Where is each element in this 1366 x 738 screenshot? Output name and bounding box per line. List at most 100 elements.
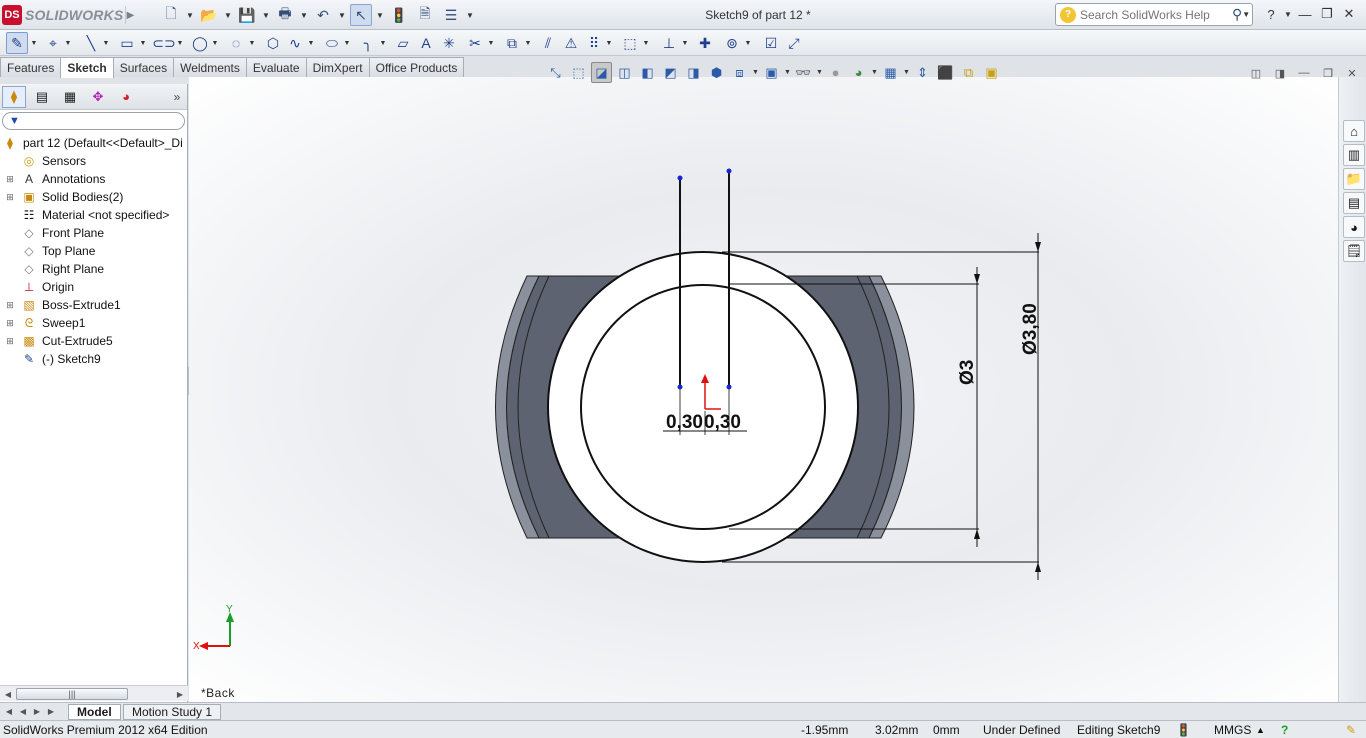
print-dropdown-icon[interactable]: ▼ [300, 4, 308, 26]
ellipse-icon[interactable]: ⬭ [321, 32, 343, 54]
left-view-icon[interactable]: ◫ [614, 62, 635, 83]
expand-icon[interactable]: ⊞ [5, 174, 15, 184]
apply-scene-icon[interactable]: ◕ [848, 62, 869, 83]
slot-dropdown-icon[interactable]: ▼ [176, 32, 184, 54]
move-dropdown-icon[interactable]: ▼ [642, 32, 650, 54]
display-style-icon[interactable]: ▣ [761, 62, 782, 83]
fillet-icon[interactable]: ╮ [357, 32, 379, 54]
sketch-point[interactable] [677, 175, 683, 181]
inner-ring[interactable] [580, 284, 826, 530]
expand-icon[interactable]: ⊞ [5, 192, 15, 202]
rectangle-icon[interactable]: ▭ [116, 32, 138, 54]
unit-system[interactable]: MMGS [1214, 723, 1251, 737]
scroll-right-icon[interactable]: ▶ [174, 687, 186, 701]
undo-icon[interactable]: ↶ [312, 4, 334, 26]
custom-properties-icon[interactable]: 🗒 [1343, 240, 1365, 262]
rapid-sketch-icon[interactable]: ☑ [760, 32, 782, 54]
point-icon[interactable]: ✳ [438, 32, 460, 54]
graphics-area[interactable]: 0,30 0,30 Ø3,80 Ø3 Y X *Back [189, 77, 1338, 702]
tree-item-annotations[interactable]: ⊞ A Annotations [0, 170, 187, 188]
save-icon[interactable]: 💾 [236, 4, 258, 26]
new-icon[interactable]: 🗋 [160, 4, 182, 26]
tree-item-sensors[interactable]: ◎ Sensors [0, 152, 187, 170]
view-palette-icon[interactable]: ▤ [1343, 192, 1365, 214]
tab-features[interactable]: Features [0, 57, 62, 77]
search-dropdown-icon[interactable]: ▼ [1242, 4, 1250, 26]
search-icon[interactable]: ⚲ [1232, 6, 1242, 23]
unit-system-dropdown-icon[interactable]: ▲ [1256, 725, 1265, 735]
view-orientation-icon[interactable]: ⧈ [729, 62, 750, 83]
tab-surfaces[interactable]: Surfaces [112, 57, 175, 77]
rectangle-dropdown-icon[interactable]: ▼ [139, 32, 147, 54]
help-status-icon[interactable]: ? [1281, 723, 1288, 737]
render-tools-icon[interactable]: ⧉ [958, 62, 979, 83]
help-search-input[interactable] [1080, 7, 1230, 22]
ellipse-dropdown-icon[interactable]: ▼ [343, 32, 351, 54]
feature-tree-tab-icon[interactable]: ⧫ [2, 85, 26, 108]
top-view-icon[interactable]: ◩ [660, 62, 681, 83]
print-icon[interactable]: 🖶 [274, 4, 296, 26]
tab-dimxpert[interactable]: DimXpert [305, 57, 370, 77]
spline-icon[interactable]: ∿ [284, 32, 306, 54]
undo-dropdown-icon[interactable]: ▼ [338, 4, 346, 26]
smart-dimension-icon[interactable]: ⌖ [42, 32, 64, 54]
right-view-icon[interactable]: ◧ [637, 62, 658, 83]
solidworks-resources-icon[interactable]: ⌂ [1343, 120, 1365, 142]
previous-view-icon[interactable]: ⬛ [935, 62, 956, 83]
scene-dropdown-icon[interactable]: ▼ [871, 62, 878, 83]
zoom-to-fit-icon[interactable]: ⤡ [545, 62, 566, 83]
line-dropdown-icon[interactable]: ▼ [102, 32, 110, 54]
display-style-dropdown-icon[interactable]: ▼ [784, 62, 791, 83]
display-relations-icon[interactable]: ⊥ [658, 32, 680, 54]
arc-icon[interactable]: ◌ [225, 32, 247, 54]
help-dropdown-icon[interactable]: ▼ [1284, 3, 1292, 25]
spline-dropdown-icon[interactable]: ▼ [307, 32, 315, 54]
prev-tab-icon[interactable]: ◀ [17, 705, 29, 718]
viewport-minimize-icon[interactable]: — [1295, 64, 1313, 82]
sketch-icon[interactable]: ✎ [6, 32, 28, 54]
view-settings-dropdown-icon[interactable]: ▼ [903, 62, 910, 83]
hide-show-items-icon[interactable]: 👓 [793, 62, 814, 83]
options-dropdown-icon[interactable]: ▼ [466, 4, 474, 26]
tree-item-material[interactable]: ☷ Material <not specified> [0, 206, 187, 224]
circle-dropdown-icon[interactable]: ▼ [211, 32, 219, 54]
first-tab-icon[interactable]: ◀ [3, 705, 15, 718]
polygon-icon[interactable]: ⬡ [262, 32, 284, 54]
tree-item-cut-extrude5[interactable]: ⊞ ▩ Cut-Extrude5 [0, 332, 187, 350]
property-manager-tab-icon[interactable]: ▤ [30, 86, 54, 108]
tree-item-top-plane[interactable]: ◇ Top Plane [0, 242, 187, 260]
arc-dropdown-icon[interactable]: ▼ [248, 32, 256, 54]
options-icon[interactable]: ☰ [440, 4, 462, 26]
view-orientation-dropdown-icon[interactable]: ▼ [752, 62, 759, 83]
restore-icon[interactable]: ❐ [1318, 3, 1336, 25]
line-icon[interactable]: ╲ [80, 32, 102, 54]
linear-pattern-icon[interactable]: ⠿ [583, 32, 605, 54]
move-entities-icon[interactable]: ⬚ [619, 32, 641, 54]
view-settings-icon[interactable]: ▦ [880, 62, 901, 83]
last-tab-icon[interactable]: ▶ [45, 705, 57, 718]
model-viewport[interactable]: 0,30 0,30 Ø3,80 Ø3 Y X [189, 77, 1338, 702]
close-icon[interactable]: ✕ [1340, 3, 1358, 25]
convert-entities-icon[interactable]: ⧉ [501, 32, 523, 54]
single-view-icon[interactable]: ◫ [1247, 64, 1265, 82]
select-icon[interactable]: ↖ [350, 4, 372, 26]
snaps-dropdown-icon[interactable]: ▼ [744, 32, 752, 54]
expand-icon[interactable]: ⊞ [5, 336, 15, 346]
open-dropdown-icon[interactable]: ▼ [224, 4, 232, 26]
scroll-left-icon[interactable]: ◀ [2, 687, 14, 701]
front-view-icon[interactable]: ⬚ [568, 62, 589, 83]
section-view-icon[interactable]: ⇕ [912, 62, 933, 83]
dimension-offset-right[interactable]: 0,30 [704, 412, 741, 433]
instant-2d-icon[interactable]: ⤢ [783, 32, 805, 54]
rebuild-status-icon[interactable]: 🚦 [1176, 723, 1191, 737]
tree-root-part[interactable]: ⧫ part 12 (Default<<Default>_Di [0, 134, 187, 152]
back-view-icon[interactable]: ◪ [591, 62, 612, 83]
isometric-view-icon[interactable]: ⬢ [706, 62, 727, 83]
sketch-point[interactable] [726, 384, 732, 390]
repair-sketch-icon[interactable]: ✚ [694, 32, 716, 54]
quick-snaps-icon[interactable]: ⊚ [721, 32, 743, 54]
relations-dropdown-icon[interactable]: ▼ [681, 32, 689, 54]
tree-item-solid-bodies[interactable]: ⊞ ▣ Solid Bodies(2) [0, 188, 187, 206]
open-icon[interactable]: 📂 [198, 4, 220, 26]
dimension-outer-diameter[interactable]: Ø3,80 [1020, 303, 1041, 355]
